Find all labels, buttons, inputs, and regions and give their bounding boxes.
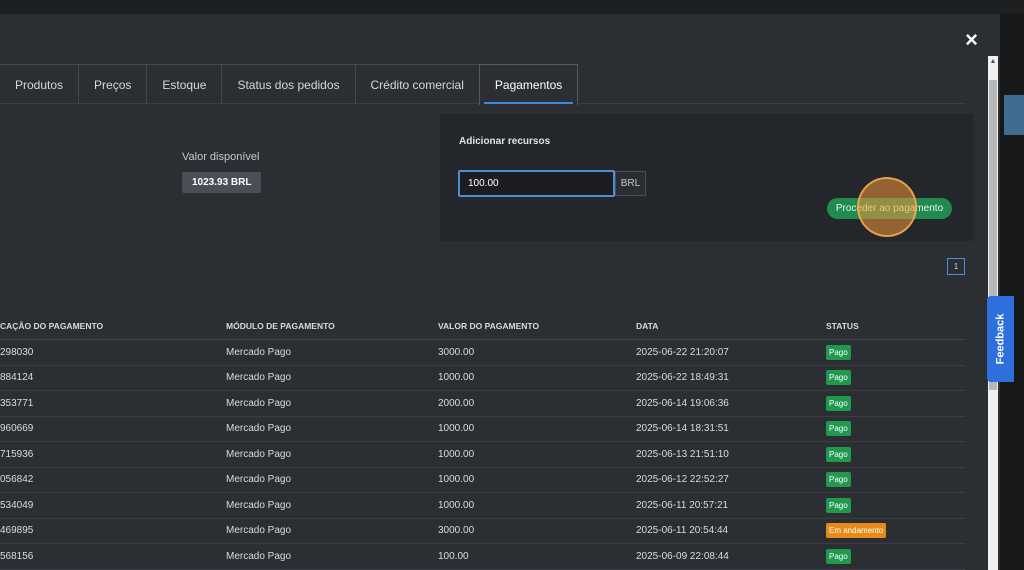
scroll-up-arrow-icon[interactable]: ▲: [988, 56, 998, 68]
header-payment-module: MÓDULO DE PAGAMENTO: [226, 320, 335, 331]
payment-amount-cell: 100.00: [438, 550, 469, 562]
status-badge: Pago: [826, 344, 851, 360]
payment-module-cell: Mercado Pago: [226, 474, 292, 486]
payment-module-cell: Mercado Pago: [226, 397, 292, 409]
payment-id-cell: 715936: [0, 448, 34, 460]
status-cell: Pago: [826, 366, 851, 391]
table-row: 298030 Mercado Pago 3000.00 2025-06-22 21:2…: [0, 340, 965, 366]
status-badge: Pago: [826, 395, 851, 411]
table-row: 568156 Mercado Pago 100.00 2025-06-09 22:08…: [0, 544, 965, 570]
payment-date-cell: 2025-06-09 22:08:44: [636, 550, 729, 562]
status-badge: Pago: [826, 421, 851, 437]
payment-date-cell: 2025-06-22 18:49:31: [636, 372, 729, 384]
table-row: 469895 Mercado Pago 3000.00 2025-06-11 20:5…: [0, 519, 965, 544]
payment-id-cell: 056842: [0, 474, 34, 486]
payment-id-cell: 469895: [0, 525, 34, 537]
payment-id-cell: 534049: [0, 499, 34, 511]
payment-amount-cell: 3000.00: [438, 525, 475, 537]
status-cell: Em andamento: [826, 519, 887, 544]
payment-module-cell: Mercado Pago: [226, 423, 292, 435]
browser-toolbar-backdrop: [0, 0, 1024, 14]
status-cell: Pago: [826, 417, 851, 442]
tab-status-pedidos[interactable]: Status dos pedidos: [221, 64, 356, 104]
status-cell: Pago: [826, 340, 851, 365]
tab-precos[interactable]: Preços: [78, 64, 148, 104]
tab-produtos[interactable]: Produtos: [0, 64, 80, 104]
currency-addon: BRL: [615, 171, 646, 196]
payment-date-cell: 2025-06-14 19:06:36: [636, 397, 729, 409]
table-row: 960669 Mercado Pago 1000.00 2025-06-14 18:3…: [0, 417, 965, 442]
payment-date-cell: 2025-06-11 20:57:21: [636, 499, 729, 511]
payment-module-cell: Mercado Pago: [226, 525, 292, 537]
status-cell: Pago: [826, 442, 851, 467]
payment-module-cell: Mercado Pago: [226, 372, 292, 384]
payment-date-cell: 2025-06-12 22:52:27: [636, 474, 729, 486]
table-row: 534049 Mercado Pago 1000.00 2025-06-11 20:5…: [0, 493, 965, 519]
amount-input[interactable]: [458, 170, 615, 197]
feedback-tab[interactable]: Feedback: [987, 296, 1014, 382]
proceed-payment-button[interactable]: Proceder ao pagamento: [827, 198, 952, 219]
payment-module-cell: Mercado Pago: [226, 346, 292, 358]
table-row: 353771 Mercado Pago 2000.00 2025-06-14 19:0…: [0, 391, 965, 417]
payment-id-cell: 298030: [0, 346, 34, 358]
payment-amount-cell: 1000.00: [438, 448, 475, 460]
status-badge: Pago: [826, 446, 851, 462]
feedback-label: Feedback: [994, 313, 1007, 365]
payments-modal: × Produtos Preços Estoque Status dos ped…: [0, 14, 1000, 570]
payment-date-cell: 2025-06-11 20:54:44: [636, 525, 729, 537]
payment-amount-cell: 1000.00: [438, 372, 475, 384]
status-badge: Pago: [826, 472, 851, 488]
balance-value: 1023.93 BRL: [182, 172, 262, 193]
table-row: 056842 Mercado Pago 1000.00 2025-06-12 22:5…: [0, 468, 965, 493]
table-header: CAÇÃO DO PAGAMENTO MÓDULO DE PAGAMENTO V…: [0, 312, 965, 340]
payment-module-cell: Mercado Pago: [226, 448, 292, 460]
tab-estoque[interactable]: Estoque: [146, 64, 223, 104]
payment-module-cell: Mercado Pago: [226, 550, 292, 562]
status-badge: Em andamento: [826, 523, 887, 539]
payment-date-cell: 2025-06-14 18:31:51: [636, 423, 729, 435]
payment-date-cell: 2025-06-22 21:20:07: [636, 346, 729, 358]
background-accent: [1004, 95, 1024, 135]
header-status: STATUS: [826, 320, 859, 331]
tab-credito-comercial[interactable]: Crédito comercial: [354, 64, 480, 104]
table-body: 298030 Mercado Pago 3000.00 2025-06-22 21:2…: [0, 340, 965, 570]
header-payment-amount: VALOR DO PAGAMENTO: [438, 320, 540, 331]
payment-date-cell: 2025-06-13 21:51:10: [636, 448, 729, 460]
status-cell: Pago: [826, 391, 851, 416]
header-date: DATA: [636, 320, 659, 331]
tab-bar: Produtos Preços Estoque Status dos pedid…: [0, 64, 965, 105]
payment-amount-cell: 1000.00: [438, 499, 475, 511]
tab-pagamentos[interactable]: Pagamentos: [478, 64, 579, 105]
status-cell: Pago: [826, 493, 851, 518]
add-funds-title: Adicionar recursos: [459, 136, 551, 147]
header-payment-id: CAÇÃO DO PAGAMENTO: [0, 320, 104, 331]
payment-amount-cell: 1000.00: [438, 474, 475, 486]
payment-amount-cell: 3000.00: [438, 346, 475, 358]
status-badge: Pago: [826, 497, 851, 513]
payment-amount-cell: 1000.00: [438, 423, 475, 435]
payment-id-cell: 353771: [0, 397, 34, 409]
payment-module-cell: Mercado Pago: [226, 499, 292, 511]
status-badge: Pago: [826, 370, 851, 386]
payment-id-cell: 568156: [0, 550, 34, 562]
status-cell: Pago: [826, 544, 851, 569]
payment-id-cell: 884124: [0, 372, 34, 384]
add-funds-panel: Adicionar recursos BRL Proceder ao pagam…: [440, 114, 973, 241]
status-badge: Pago: [826, 548, 851, 564]
balance-label: Valor disponível: [182, 151, 260, 163]
close-button[interactable]: ×: [965, 29, 978, 51]
table-row: 884124 Mercado Pago 1000.00 2025-06-22 18:4…: [0, 366, 965, 391]
table-row: 715936 Mercado Pago 1000.00 2025-06-13 21:5…: [0, 442, 965, 468]
payment-id-cell: 960669: [0, 423, 34, 435]
payments-table: CAÇÃO DO PAGAMENTO MÓDULO DE PAGAMENTO V…: [0, 312, 965, 570]
payment-amount-cell: 2000.00: [438, 397, 475, 409]
pagination-page-button[interactable]: 1: [947, 258, 965, 275]
status-cell: Pago: [826, 468, 851, 493]
